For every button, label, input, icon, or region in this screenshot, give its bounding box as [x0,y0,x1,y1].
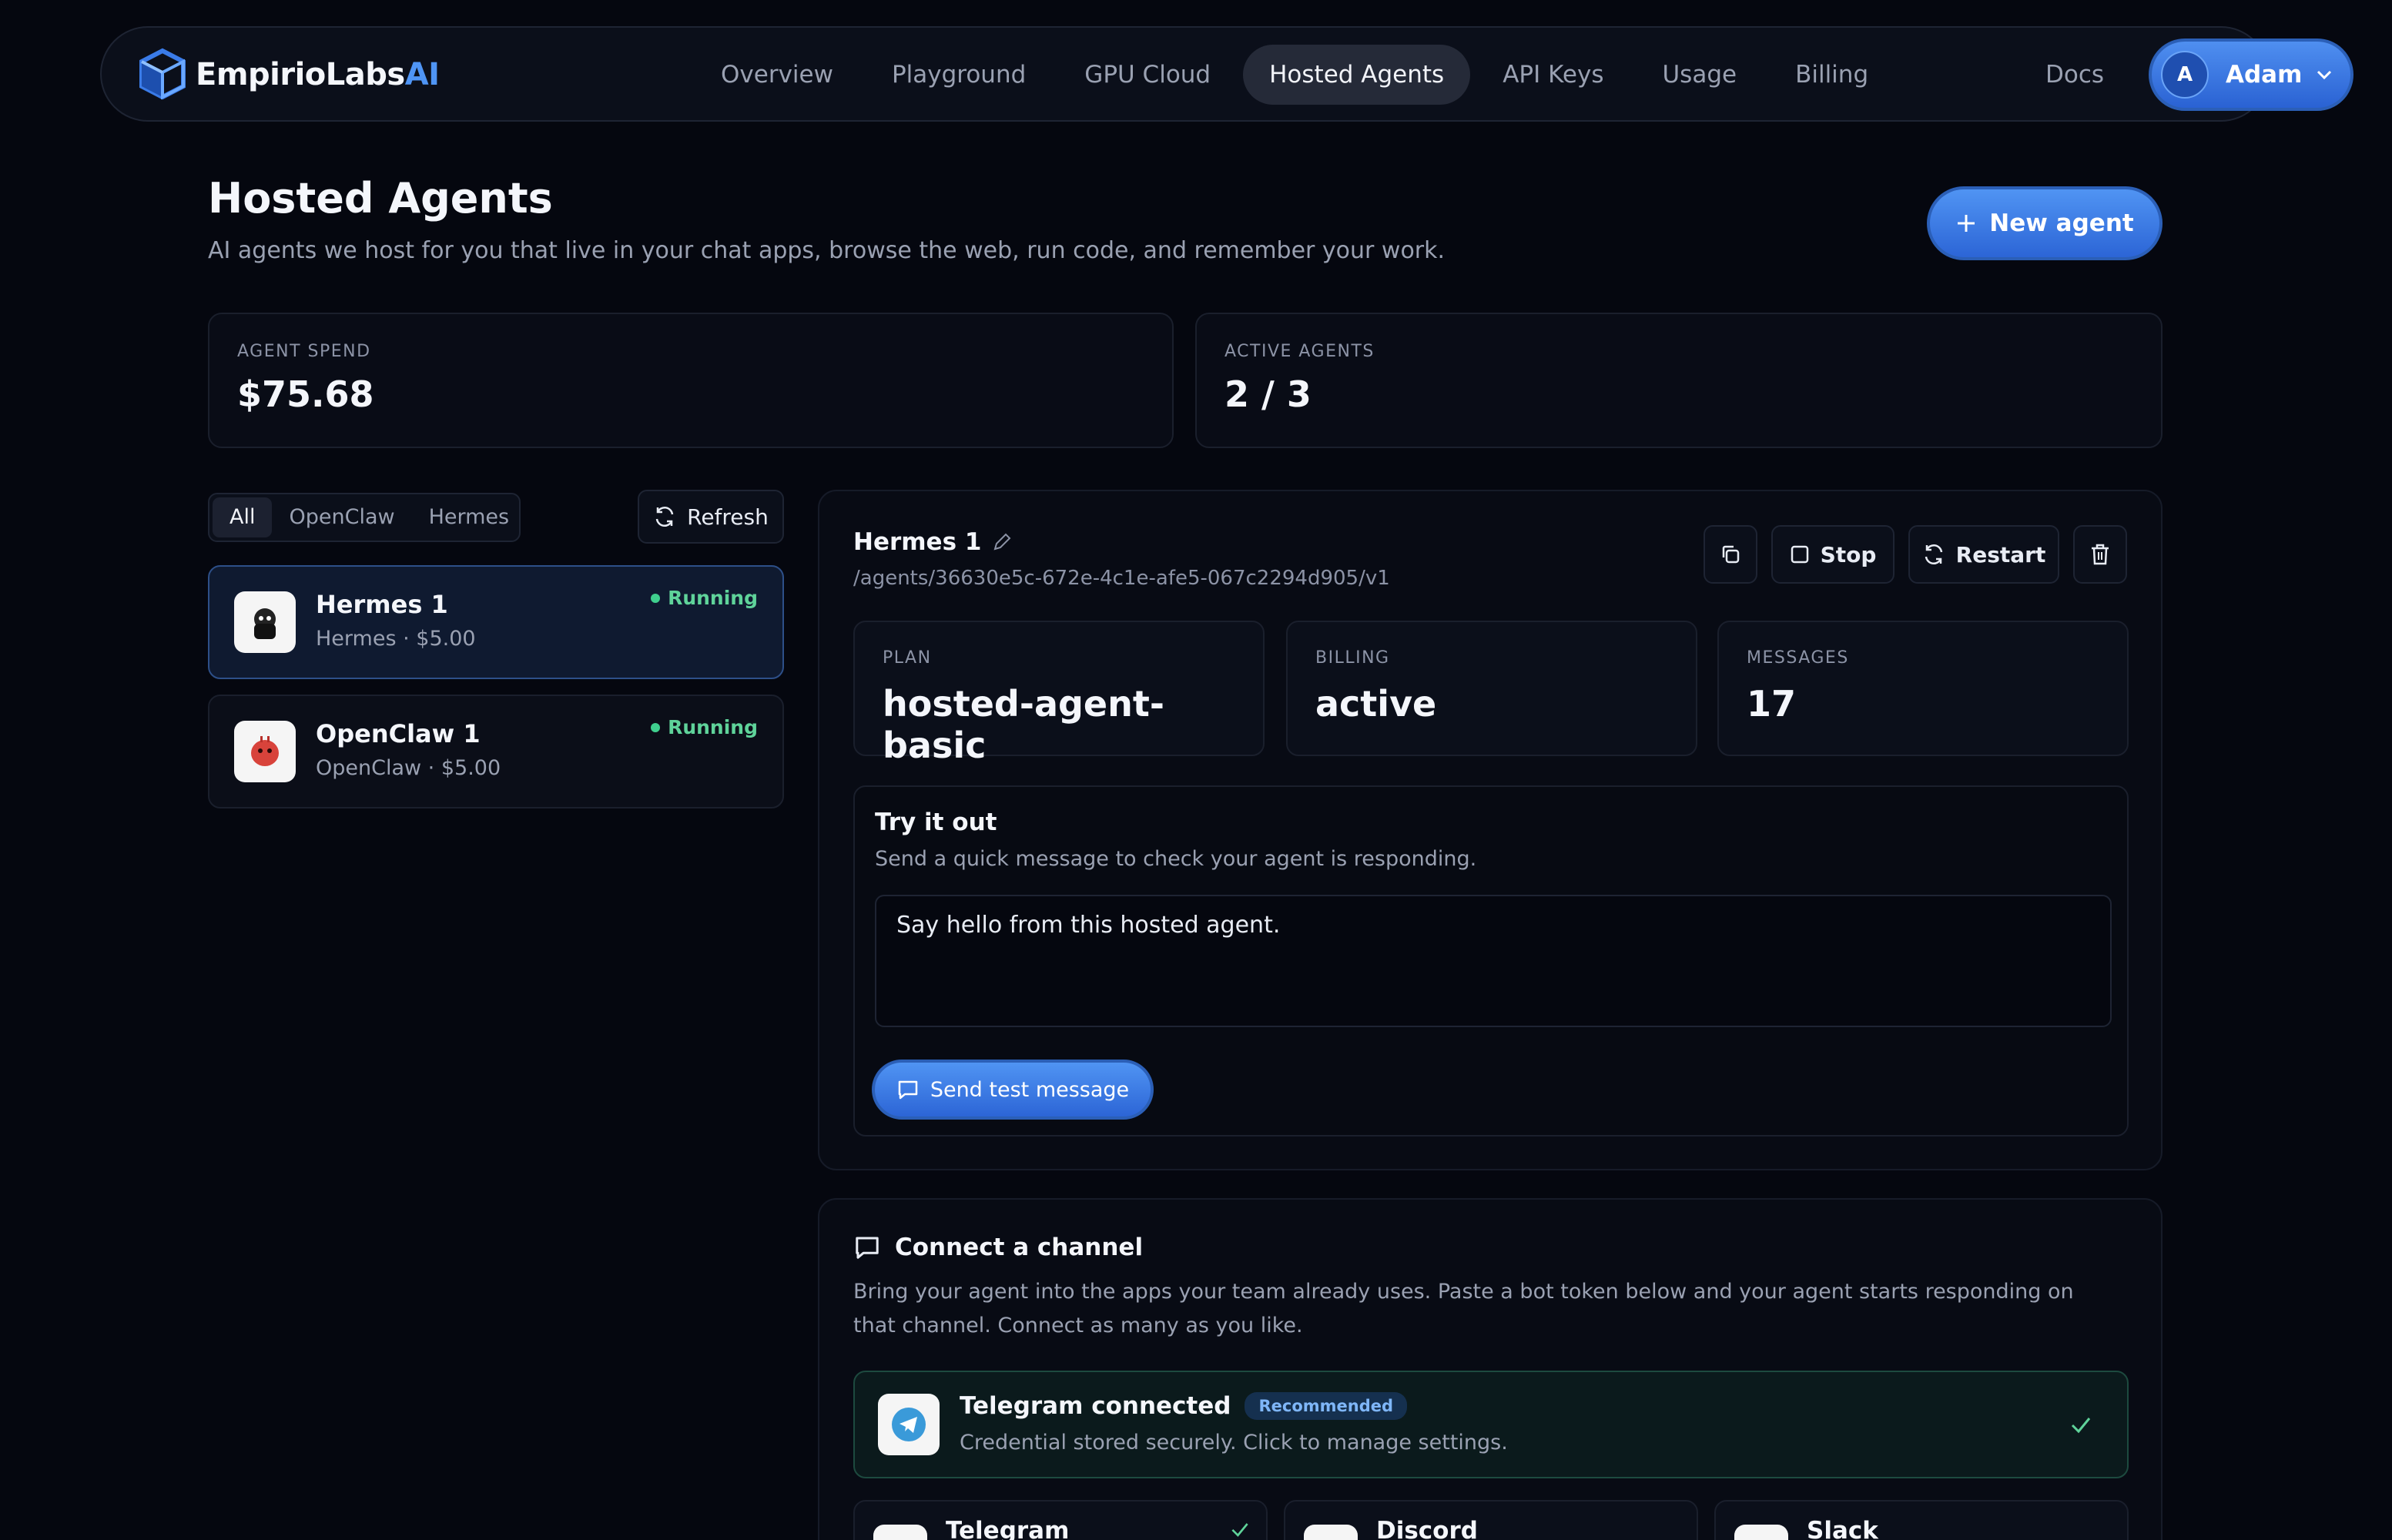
openclaw-avatar-icon [234,721,296,782]
test-message-input[interactable]: Say hello from this hosted agent. [875,895,2112,1027]
try-title: Try it out [875,808,997,836]
channel-option-name: Discord [1376,1517,1478,1540]
stop-icon [1791,545,1808,564]
plus-icon [1958,215,1975,232]
channel-option-name: Telegram [946,1517,1070,1540]
stat-agent-spend: AGENT SPEND $75.68 [208,313,1174,448]
channel-option-slack[interactable]: Slack [1714,1500,2129,1540]
chevron-down-icon [2317,70,2332,80]
check-icon [1231,1523,1248,1537]
user-name: Adam [2226,61,2303,89]
stat-active-agents: ACTIVE AGENTS 2 / 3 [1195,313,2163,448]
filter-tab-openclaw[interactable]: OpenClaw [272,497,411,537]
refresh-icon [1925,544,1942,564]
nav-overview[interactable]: Overview [695,45,859,105]
kv-value: active [1315,683,1437,725]
cube-logo-icon [139,48,186,100]
chat-icon [856,1237,879,1259]
restart-button[interactable]: Restart [1908,525,2059,584]
agent-meta: OpenClaw · $5.00 [316,756,501,780]
trash-icon [2092,544,2109,565]
channel-option-name: Slack [1807,1517,1878,1540]
plan-card: PLAN hosted-agent-basic [853,621,1265,766]
connect-channel-panel: Connect a channel Bring your agent into … [818,1198,2163,1540]
stat-label: ACTIVE AGENTS [1224,342,1375,361]
check-icon [2071,1418,2091,1434]
copy-icon [1722,545,1740,564]
telegram-connected-card[interactable]: Telegram connected Recommended Credentia… [853,1371,2129,1478]
billing-card: BILLING active [1286,621,1697,756]
chat-icon [898,1080,918,1100]
discord-icon [1304,1525,1358,1540]
kv-label: BILLING [1315,648,1390,668]
nav-links: Overview Playground GPU Cloud Hosted Age… [695,45,1895,105]
try-it-out-section: Try it out Send a quick message to check… [853,785,2129,1137]
telegram-connected-subtitle: Credential stored securely. Click to man… [960,1431,1508,1455]
agent-card-hermes-1[interactable]: Hermes 1 Hermes · $5.00 Running [208,565,784,679]
page-subtitle: AI agents we host for you that live in y… [208,237,1446,264]
status-badge: Running [651,587,758,609]
messages-card: MESSAGES 17 [1717,621,2129,756]
agent-detail-title: Hermes 1 [853,528,1012,556]
telegram-connected-title: Telegram connected Recommended [960,1392,1408,1420]
nav-docs[interactable]: Docs [2027,45,2122,105]
nav-usage[interactable]: Usage [1636,45,1763,105]
hermes-avatar-icon [234,591,296,653]
nav-api-keys[interactable]: API Keys [1476,45,1630,105]
send-test-message-button[interactable]: Send test message [872,1060,1154,1120]
agent-meta: Hermes · $5.00 [316,627,476,651]
telegram-icon [873,1525,927,1540]
agent-endpoint-path: /agents/36630e5c-672e-4c1e-afe5-067c2294… [853,567,1390,590]
restart-label: Restart [1955,541,2046,567]
delete-button[interactable] [2073,525,2127,584]
kv-value: hosted-agent-basic [883,683,1164,766]
agent-card-openclaw-1[interactable]: OpenClaw 1 OpenClaw · $5.00 Running [208,695,784,808]
recommended-badge: Recommended [1245,1392,1408,1420]
slack-icon [1734,1525,1788,1540]
status-badge: Running [651,716,758,738]
telegram-icon [878,1394,940,1455]
pencil-icon[interactable] [992,532,1012,552]
nav-gpu-cloud[interactable]: GPU Cloud [1058,45,1237,105]
avatar: A [2161,51,2209,99]
filter-tab-all[interactable]: All [213,497,273,537]
refresh-label: Refresh [687,504,769,530]
agent-name: Hermes 1 [316,590,448,619]
agent-filter-tabs: All OpenClaw Hermes [208,493,521,542]
page-title: Hosted Agents [208,174,553,223]
new-agent-label: New agent [1989,209,2134,237]
user-menu-button[interactable]: A Adam [2149,38,2353,111]
brand-logo[interactable]: EmpirioLabsAI [137,48,440,102]
agent-detail-panel: Hermes 1 /agents/36630e5c-672e-4c1e-afe5… [818,490,2163,1170]
stat-value: 2 / 3 [1224,373,1312,415]
stat-value: $75.68 [237,373,374,415]
brand-name: EmpirioLabsAI [196,57,440,92]
kv-value: 17 [1747,683,1797,725]
kv-label: MESSAGES [1747,648,1849,668]
channel-option-telegram[interactable]: Telegram [853,1500,1268,1540]
stat-label: AGENT SPEND [237,342,371,361]
top-nav: EmpirioLabsAI Overview Playground GPU Cl… [100,26,2353,122]
filter-tab-hermes[interactable]: Hermes [412,497,527,537]
channel-description: Bring your agent into the apps your team… [853,1280,2074,1337]
kv-label: PLAN [883,648,932,668]
nav-hosted-agents[interactable]: Hosted Agents [1243,45,1471,105]
stop-label: Stop [1820,541,1877,567]
channel-option-discord[interactable]: Discord [1284,1500,1698,1540]
refresh-icon [655,507,674,527]
try-subtitle: Send a quick message to check your agent… [875,847,1477,871]
agent-name: OpenClaw 1 [316,719,481,748]
send-label: Send test message [930,1077,1130,1102]
new-agent-button[interactable]: New agent [1927,186,2163,260]
copy-button[interactable] [1704,525,1757,584]
stop-button[interactable]: Stop [1771,525,1895,584]
nav-billing[interactable]: Billing [1769,45,1895,105]
nav-playground[interactable]: Playground [866,45,1052,105]
channel-title: Connect a channel [853,1234,1143,1261]
agent-detail-name: Hermes 1 [853,528,982,556]
refresh-button[interactable]: Refresh [638,490,784,544]
